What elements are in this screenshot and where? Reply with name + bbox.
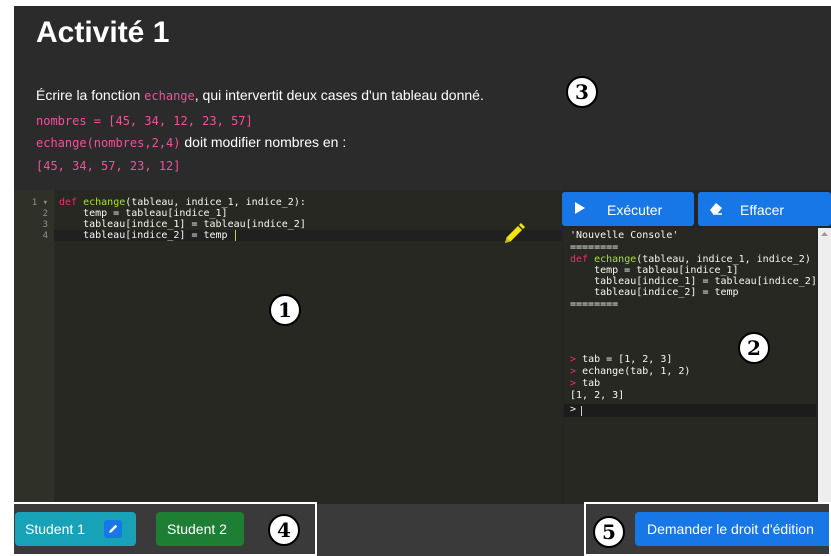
- play-icon: [575, 202, 585, 214]
- console-output-line: [1, 2, 3]: [570, 390, 625, 401]
- line-number: 2: [42, 209, 48, 219]
- run-button-label: Exécuter: [607, 202, 663, 218]
- inline-code: echange(nombres,2,4): [36, 136, 181, 150]
- console-output[interactable]: 'Nouvelle Console' ======== def echange(…: [564, 228, 816, 504]
- code-token: (tableau, indice_1, indice_2): [636, 254, 811, 265]
- expected-result: [45, 34, 57, 23, 12]: [36, 157, 181, 173]
- text-cursor: [235, 230, 236, 241]
- console-separator: ========: [570, 299, 619, 310]
- console-scrollbar[interactable]: [818, 228, 831, 504]
- line-number: 1 ▾: [14, 198, 48, 208]
- console-separator: ========: [570, 242, 619, 253]
- inline-code: echange: [144, 89, 195, 103]
- prompt-symbol: >: [570, 404, 577, 415]
- code-line[interactable]: tableau[indice_1] = tableau[indice_2]: [59, 219, 306, 230]
- instruction-text: , qui intervertit deux cases d'un tablea…: [194, 87, 484, 103]
- page-title: Activité 1: [36, 16, 170, 49]
- keyword-token: def: [59, 197, 84, 208]
- console-header-string: 'Nouvelle Console': [570, 230, 679, 241]
- console-panel: Exécuter Effacer 'Nouvelle Console' ====…: [562, 190, 831, 504]
- annotation-box-students: [9, 502, 317, 556]
- prompt-symbol: >: [570, 354, 577, 365]
- console-input-line: > echange(tab, 1, 2): [570, 366, 690, 377]
- line-number: 4: [42, 231, 48, 241]
- pencil-icon: [505, 223, 525, 243]
- inline-code: [45, 34, 57, 23, 12]: [36, 159, 181, 173]
- console-input-text: echange(tab, 1, 2): [582, 366, 691, 377]
- console-cursor: [581, 406, 582, 416]
- console-echo-line: tableau[indice_1] = tableau[indice_2]: [570, 276, 816, 287]
- prompt-symbol: >: [570, 378, 577, 389]
- run-button[interactable]: Exécuter: [562, 192, 694, 226]
- annotation-box-request: [584, 502, 831, 556]
- example-array: nombres = [45, 34, 12, 23, 57]: [36, 112, 253, 128]
- instruction-text: Écrire la fonction: [36, 87, 145, 103]
- example-call: echange(nombres,2,4) doit modifier nombr…: [36, 134, 346, 150]
- code-line[interactable]: temp = tableau[indice_1]: [59, 208, 228, 219]
- console-active-line: [564, 404, 816, 417]
- console-echo-line: tableau[indice_2] = temp: [570, 287, 739, 298]
- eraser-icon: [710, 203, 722, 215]
- console-input-line: > tab = [1, 2, 3]: [570, 354, 672, 365]
- line-number-text: 1: [31, 198, 38, 208]
- fold-icon[interactable]: ▾: [43, 198, 48, 208]
- function-name-token: echange: [83, 197, 126, 208]
- function-name-token: echange: [594, 254, 637, 265]
- inline-code: nombres = [45, 34, 12, 23, 57]: [36, 114, 253, 128]
- activity-header: Activité 1 Écrire la fonction echange, q…: [14, 6, 831, 190]
- clear-button[interactable]: Effacer: [698, 192, 831, 226]
- prompt-symbol: >: [570, 366, 577, 377]
- keyword-token: def: [570, 254, 595, 265]
- clear-button-label: Effacer: [740, 202, 785, 218]
- console-echo-line: def echange(tableau, indice_1, indice_2): [570, 254, 811, 265]
- instruction-text: doit modifier nombres en :: [180, 134, 347, 150]
- console-echo-line: temp = tableau[indice_1]: [570, 265, 739, 276]
- console-input-text: tab = [1, 2, 3]: [582, 354, 673, 365]
- code-line[interactable]: def echange(tableau, indice_1, indice_2)…: [59, 197, 306, 208]
- editor-gutter: 1 ▾ 2 3 4: [14, 190, 54, 504]
- annotation-marker-1: 1: [269, 294, 301, 326]
- code-editor[interactable]: 1 ▾ 2 3 4 def echange(tableau, indice_1,…: [14, 190, 562, 504]
- annotation-marker-2: 2: [738, 332, 770, 364]
- app-window: Activité 1 Écrire la fonction echange, q…: [14, 6, 831, 556]
- scroll-up-icon[interactable]: [818, 230, 831, 238]
- code-token: (tableau, indice_1, indice_2):: [125, 197, 306, 208]
- console-input-line: > tab: [570, 378, 600, 389]
- annotation-marker-3: 3: [566, 76, 598, 108]
- console-input-text: tab: [582, 378, 601, 389]
- line-number: 3: [42, 220, 48, 230]
- code-line[interactable]: tableau[indice_2] = temp: [59, 230, 228, 241]
- instruction-line: Écrire la fonction echange, qui interver…: [36, 87, 484, 103]
